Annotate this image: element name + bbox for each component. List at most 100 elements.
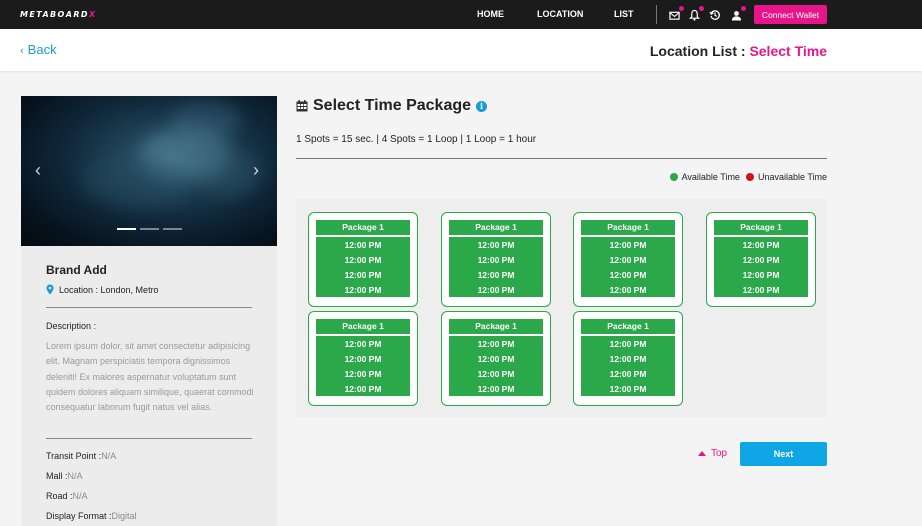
- nav-home-link[interactable]: HOME: [477, 9, 504, 19]
- mail-icon[interactable]: [669, 6, 684, 22]
- transit-point-row: Transit Point :N/A: [46, 451, 117, 461]
- time-slot[interactable]: 12:00 PM: [316, 382, 410, 397]
- package-times: 12:00 PM 12:00 PM 12:00 PM 12:00 PM: [581, 336, 675, 396]
- location-text: Location : London, Metro: [59, 284, 159, 295]
- time-slot[interactable]: 12:00 PM: [316, 352, 410, 367]
- location-row: Location : London, Metro: [46, 284, 159, 295]
- package-card[interactable]: Package 1 12:00 PM 12:00 PM 12:00 PM 12:…: [573, 212, 683, 307]
- time-slot[interactable]: 12:00 PM: [714, 283, 808, 298]
- time-slot[interactable]: 12:00 PM: [581, 253, 675, 268]
- carousel-dot-1[interactable]: [117, 228, 136, 230]
- time-slot[interactable]: 12:00 PM: [449, 352, 543, 367]
- package-card[interactable]: Package 1 12:00 PM 12:00 PM 12:00 PM 12:…: [441, 212, 551, 307]
- time-slot[interactable]: 12:00 PM: [449, 238, 543, 253]
- calendar-icon: [296, 100, 308, 112]
- top-label: Top: [711, 448, 728, 459]
- time-slot[interactable]: 12:00 PM: [714, 268, 808, 283]
- back-link[interactable]: ‹ Back: [20, 42, 57, 57]
- section-title: Select Time Package i: [296, 97, 488, 115]
- package-title: Package 1: [714, 220, 808, 235]
- carousel-indicators: [117, 228, 182, 230]
- package-times: 12:00 PM 12:00 PM 12:00 PM 12:00 PM: [449, 336, 543, 396]
- time-slot[interactable]: 12:00 PM: [449, 268, 543, 283]
- nav-location-link[interactable]: LOCATION: [537, 9, 583, 19]
- legend-available: Available Time: [681, 172, 740, 182]
- package-title: Package 1: [449, 319, 543, 334]
- scroll-top-link[interactable]: Top: [698, 448, 727, 459]
- time-slot[interactable]: 12:00 PM: [714, 238, 808, 253]
- package-times: 12:00 PM 12:00 PM 12:00 PM 12:00 PM: [581, 237, 675, 297]
- time-slot[interactable]: 12:00 PM: [581, 367, 675, 382]
- time-slot[interactable]: 12:00 PM: [316, 337, 410, 352]
- time-slot[interactable]: 12:00 PM: [581, 352, 675, 367]
- time-slot[interactable]: 12:00 PM: [581, 268, 675, 283]
- location-card: ‹ › Brand Add Location : London, Metro D…: [21, 96, 277, 526]
- card-divider: [46, 438, 252, 439]
- time-slot[interactable]: 12:00 PM: [449, 382, 543, 397]
- image-carousel[interactable]: ‹ ›: [21, 96, 277, 246]
- package-times: 12:00 PM 12:00 PM 12:00 PM 12:00 PM: [449, 237, 543, 297]
- user-icon[interactable]: [731, 6, 746, 22]
- package-card[interactable]: Package 1 12:00 PM 12:00 PM 12:00 PM 12:…: [308, 311, 418, 406]
- time-slot[interactable]: 12:00 PM: [316, 268, 410, 283]
- carousel-dot-2[interactable]: [140, 228, 159, 230]
- logo[interactable]: METABOARDX: [20, 10, 97, 19]
- time-slot[interactable]: 12:00 PM: [714, 253, 808, 268]
- bell-icon[interactable]: [688, 6, 704, 22]
- description-text: Lorem ipsum dolor, sit amet consectetur …: [46, 341, 254, 413]
- back-label: Back: [27, 42, 57, 57]
- carousel-next-icon[interactable]: ›: [253, 160, 259, 181]
- time-slot[interactable]: 12:00 PM: [581, 337, 675, 352]
- package-title: Package 1: [316, 220, 410, 235]
- package-times: 12:00 PM 12:00 PM 12:00 PM 12:00 PM: [714, 237, 808, 297]
- history-icon[interactable]: [709, 8, 723, 22]
- time-slot[interactable]: 12:00 PM: [581, 238, 675, 253]
- package-card[interactable]: Package 1 12:00 PM 12:00 PM 12:00 PM 12:…: [573, 311, 683, 406]
- next-button[interactable]: Next: [740, 442, 827, 466]
- mall-row: Mall :N/A: [46, 471, 83, 481]
- road-row: Road :N/A: [46, 491, 88, 501]
- package-title: Package 1: [581, 220, 675, 235]
- time-slot[interactable]: 12:00 PM: [449, 337, 543, 352]
- time-slot[interactable]: 12:00 PM: [316, 367, 410, 382]
- description-label: Description :: [46, 321, 97, 331]
- time-slot[interactable]: 12:00 PM: [449, 367, 543, 382]
- time-slot[interactable]: 12:00 PM: [316, 238, 410, 253]
- page-header: ‹ Back Location List : Select Time: [0, 29, 922, 71]
- page-title: Select Time Package: [313, 97, 472, 114]
- time-slot[interactable]: 12:00 PM: [316, 253, 410, 268]
- nav-divider: [656, 5, 657, 24]
- top-navbar: METABOARDX HOME LOCATION LIST Connect Wa…: [0, 0, 922, 29]
- availability-legend: Available Time Unavailable Time: [669, 172, 827, 182]
- time-slot[interactable]: 12:00 PM: [581, 283, 675, 298]
- connect-wallet-button[interactable]: Connect Wallet: [754, 5, 827, 24]
- info-icon[interactable]: i: [476, 100, 488, 112]
- brand-name: Brand Add: [46, 263, 107, 277]
- arrow-up-icon: [698, 451, 706, 456]
- map-pin-icon: [46, 284, 54, 295]
- breadcrumb-select-time: Select Time: [749, 43, 827, 59]
- breadcrumb-location-list: Location List :: [649, 43, 746, 59]
- breadcrumb: Location List : Select Time: [650, 43, 827, 59]
- package-times: 12:00 PM 12:00 PM 12:00 PM 12:00 PM: [316, 336, 410, 396]
- carousel-prev-icon[interactable]: ‹: [35, 160, 41, 181]
- package-card[interactable]: Package 1 12:00 PM 12:00 PM 12:00 PM 12:…: [308, 212, 418, 307]
- carousel-dot-3[interactable]: [163, 228, 182, 230]
- package-card[interactable]: Package 1 12:00 PM 12:00 PM 12:00 PM 12:…: [441, 311, 551, 406]
- package-title: Package 1: [449, 220, 543, 235]
- time-slot[interactable]: 12:00 PM: [581, 382, 675, 397]
- package-title: Package 1: [581, 319, 675, 334]
- spot-info-text: 1 Spots = 15 sec. | 4 Spots = 1 Loop | 1…: [296, 134, 537, 145]
- nav-list-link[interactable]: LIST: [614, 9, 634, 19]
- legend-unavailable: Unavailable Time: [757, 172, 827, 182]
- section-divider: [296, 158, 827, 159]
- package-times: 12:00 PM 12:00 PM 12:00 PM 12:00 PM: [316, 237, 410, 297]
- time-slot[interactable]: 12:00 PM: [316, 283, 410, 298]
- package-card[interactable]: Package 1 12:00 PM 12:00 PM 12:00 PM 12:…: [706, 212, 816, 307]
- time-slot[interactable]: 12:00 PM: [449, 283, 543, 298]
- chevron-left-icon: ‹: [20, 45, 24, 57]
- time-slot[interactable]: 12:00 PM: [449, 253, 543, 268]
- package-title: Package 1: [316, 319, 410, 334]
- available-dot-icon: [669, 173, 678, 181]
- package-grid: Package 1 12:00 PM 12:00 PM 12:00 PM 12:…: [296, 199, 827, 417]
